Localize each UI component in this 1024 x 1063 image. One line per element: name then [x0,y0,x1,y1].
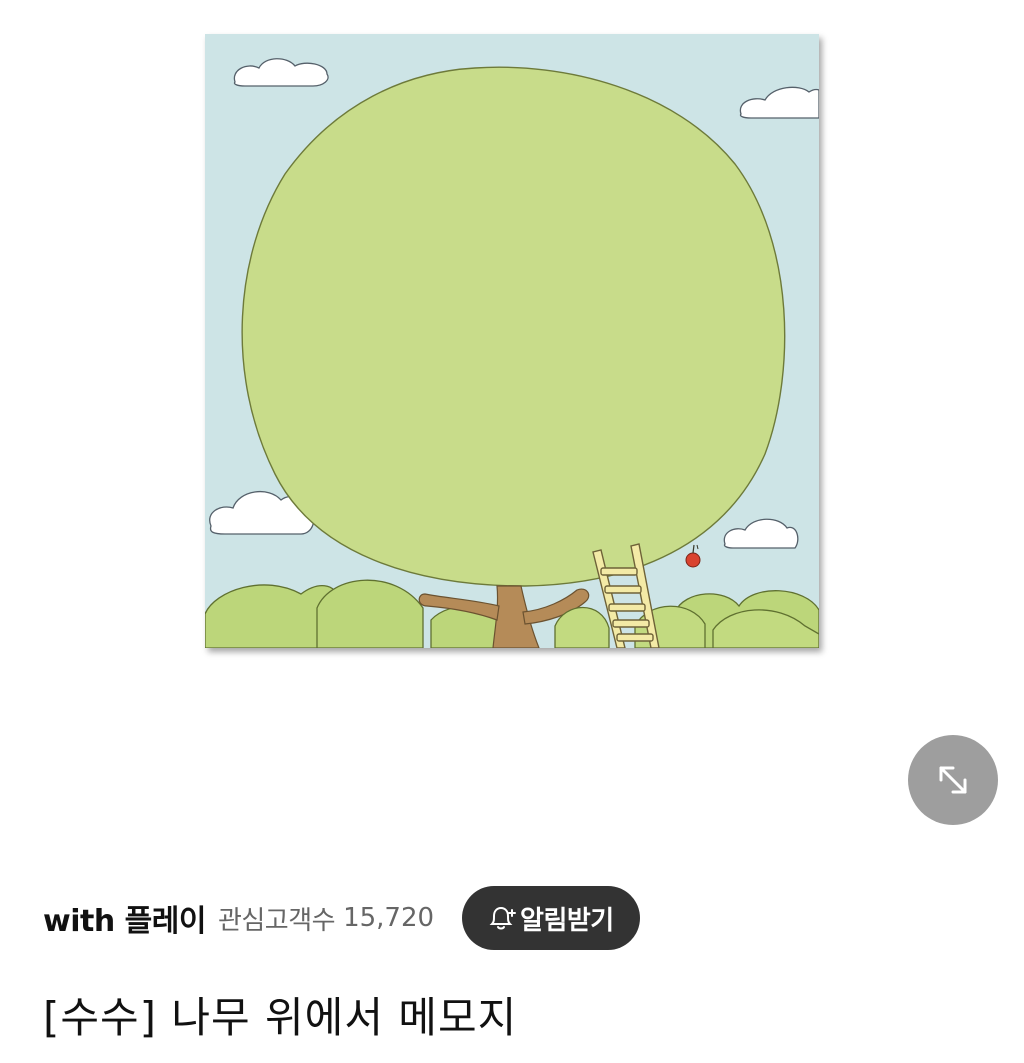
alert-button-label: 알림받기 [520,905,614,936]
product-title: [수수] 나무 위에서 메모지 [43,993,518,1042]
expand-arrows-icon [939,766,967,794]
seller-name[interactable]: with 플레이 [43,896,206,940]
alert-subscribe-button[interactable]: 알림받기 [462,886,640,950]
follower-label: 관심고객수 [217,905,336,936]
bell-plus-icon [489,906,517,930]
tree-crown [241,66,786,587]
tree-illustration [205,34,819,648]
expand-image-button[interactable] [908,735,998,825]
follower-count: 15,720 [343,903,435,933]
seller-info: with 플레이 관심고객수 15,720 알림받기 [43,886,640,950]
product-image[interactable] [205,34,819,648]
